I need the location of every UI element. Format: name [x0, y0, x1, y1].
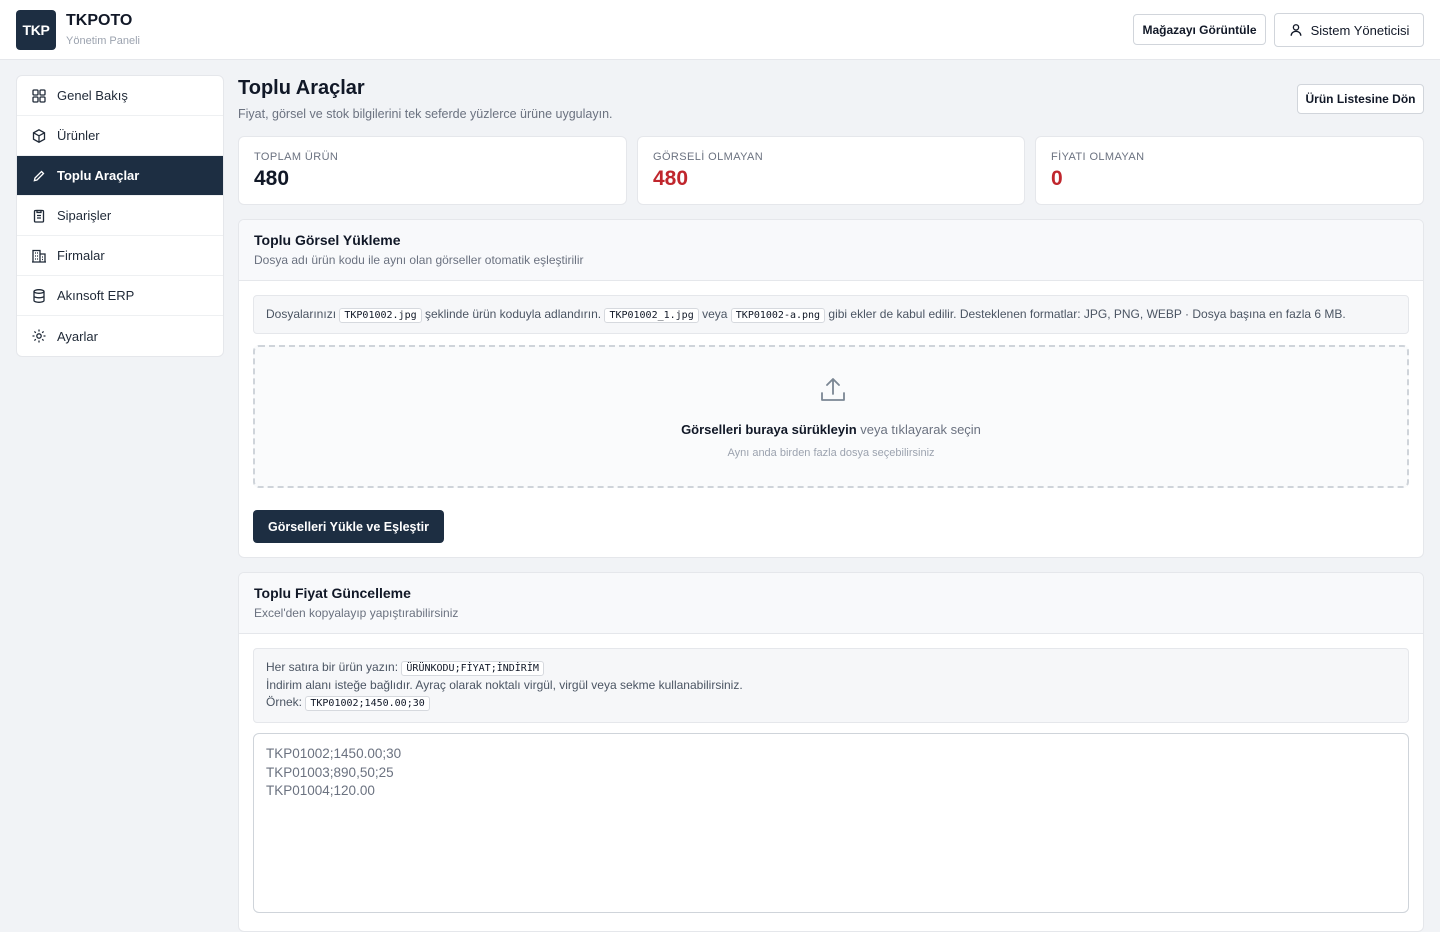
sidebar-item-label: Siparişler [57, 208, 112, 223]
price-input-textarea[interactable]: TKP01002;1450.00;30 TKP01003;890,50;25 T… [253, 733, 1409, 913]
page-title: Toplu Araçlar [238, 77, 365, 99]
placeholder-line: TKP01002;1450.00;30 [266, 746, 402, 761]
building-icon [32, 249, 46, 263]
user-menu-label: Sistem Yöneticisi [1310, 22, 1410, 38]
stat-card-total-products: TOPLAM ÜRÜN 480 [238, 136, 627, 205]
sidebar-item-companies[interactable]: Firmalar [17, 236, 223, 276]
stat-label: GÖRSELİ OLMAYAN [653, 151, 764, 163]
user-icon [1290, 24, 1302, 36]
sidebar-item-label: Akınsoft ERP [57, 288, 135, 303]
dropzone-instruction-rest: veya tıklayarak seçin [856, 422, 981, 437]
price-format-info-box: Her satıra bir ürün yazın: ÜRÜNKODU;FİYA… [253, 648, 1409, 723]
upload-icon [821, 378, 845, 401]
sidebar-item-orders[interactable]: Siparişler [17, 196, 223, 236]
stat-card-missing-images: GÖRSELİ OLMAYAN 480 [637, 136, 1025, 205]
sidebar-item-settings[interactable]: Ayarlar [17, 316, 223, 356]
bulk-image-upload-card: Toplu Görsel Yükleme Dosya adı ürün kodu… [238, 219, 1424, 558]
back-to-products-button[interactable]: Ürün Listesine Dön [1297, 84, 1424, 114]
info-text: Dosyalarınızı [266, 307, 337, 321]
user-menu-button[interactable]: Sistem Yöneticisi [1274, 13, 1424, 47]
separator-note: İndirim alanı isteğe bağlıdır. Ayraç ola… [266, 678, 743, 692]
stat-value: 480 [254, 167, 290, 190]
info-text: Örnek: [266, 695, 303, 709]
upload-and-match-button[interactable]: Görselleri Yükle ve Eşleştir [253, 510, 444, 543]
sidebar-item-overview[interactable]: Genel Bakış [17, 76, 223, 116]
card-header: Toplu Görsel Yükleme Dosya adı ürün kodu… [239, 220, 1423, 281]
sidebar-item-label: Firmalar [57, 248, 105, 263]
stat-label: FİYATI OLMAYAN [1051, 151, 1145, 163]
card-header: Toplu Fiyat Güncelleme Excel'den kopyala… [239, 573, 1423, 634]
placeholder-line: TKP01003;890,50;25 [266, 764, 394, 780]
stat-card-missing-prices: FİYATI OLMAYAN 0 [1035, 136, 1424, 205]
stat-label: TOPLAM ÜRÜN [254, 151, 339, 163]
brand-subtitle: Yönetim Paneli [66, 35, 140, 47]
brand-title: TKPOTO [66, 12, 133, 29]
info-text: gibi ekler de kabul edilir. Desteklenen … [828, 307, 1346, 321]
info-text: Her satıra bir ürün yazın: [266, 660, 399, 674]
sidebar-item-label: Ürünler [57, 128, 100, 143]
grid-icon [32, 88, 46, 103]
example-line: Örnek: TKP01002;1450.00;30 [266, 694, 1396, 712]
filename-example-code: TKP01002-a.png [730, 308, 826, 323]
sidebar-item-label: Toplu Araçlar [57, 168, 140, 183]
database-icon [33, 288, 45, 303]
sidebar-item-erp[interactable]: Akınsoft ERP [17, 276, 223, 316]
pen-icon [33, 170, 45, 181]
placeholder-line: TKP01004;120.00 [266, 783, 375, 798]
bulk-price-update-card: Toplu Fiyat Güncelleme Excel'den kopyala… [238, 572, 1424, 932]
filename-example-code: TKP01002.jpg [339, 308, 422, 323]
brand-logo[interactable]: TKP [16, 10, 56, 50]
dropzone-hint: Aynı anda birden fazla dosya seçebilirsi… [727, 447, 935, 459]
gear-icon [32, 329, 46, 343]
image-dropzone[interactable]: Görselleri buraya sürükleyin veya tıklay… [253, 345, 1409, 488]
card-subtitle: Excel'den kopyalayıp yapıştırabilirsiniz [254, 606, 459, 620]
example-code: TKP01002;1450.00;30 [305, 696, 430, 711]
format-line: Her satıra bir ürün yazın: ÜRÜNKODU;FİYA… [266, 659, 1396, 677]
sidebar-item-label: Genel Bakış [57, 88, 128, 103]
card-subtitle: Dosya adı ürün kodu ile aynı olan görsel… [254, 253, 584, 267]
sidebar-item-products[interactable]: Ürünler [17, 116, 223, 156]
card-title: Toplu Fiyat Güncelleme [254, 585, 411, 601]
format-code: ÜRÜNKODU;FİYAT;İNDİRİM [401, 661, 544, 676]
card-title: Toplu Görsel Yükleme [254, 232, 401, 248]
dropzone-instruction-bold: Görselleri buraya sürükleyin [681, 422, 857, 437]
sidebar-nav: Genel Bakış Ürünler Toplu Araçlar Sipari… [16, 75, 224, 357]
dropzone-instruction: Görselleri buraya sürükleyin veya tıklay… [255, 422, 1407, 437]
box-icon [32, 128, 46, 143]
sidebar-item-bulk-tools[interactable]: Toplu Araçlar [17, 156, 223, 196]
filename-example-code: TKP01002_1.jpg [604, 308, 699, 323]
clipboard-icon [33, 209, 45, 223]
view-store-button[interactable]: Mağazayı Görüntüle [1133, 14, 1266, 45]
upload-info-box: Dosyalarınızı TKP01002.jpg şeklinde ürün… [253, 295, 1409, 334]
stat-value: 0 [1051, 167, 1063, 190]
page-subtitle: Fiyat, görsel ve stok bilgilerini tek se… [238, 107, 613, 121]
info-text: veya [702, 307, 728, 321]
stat-value: 480 [653, 167, 689, 190]
top-header: TKP TKPOTO Yönetim Paneli Mağazayı Görün… [0, 0, 1440, 60]
info-text: şeklinde ürün koduyla adlandırın. [424, 307, 602, 321]
sidebar-item-label: Ayarlar [57, 328, 98, 344]
